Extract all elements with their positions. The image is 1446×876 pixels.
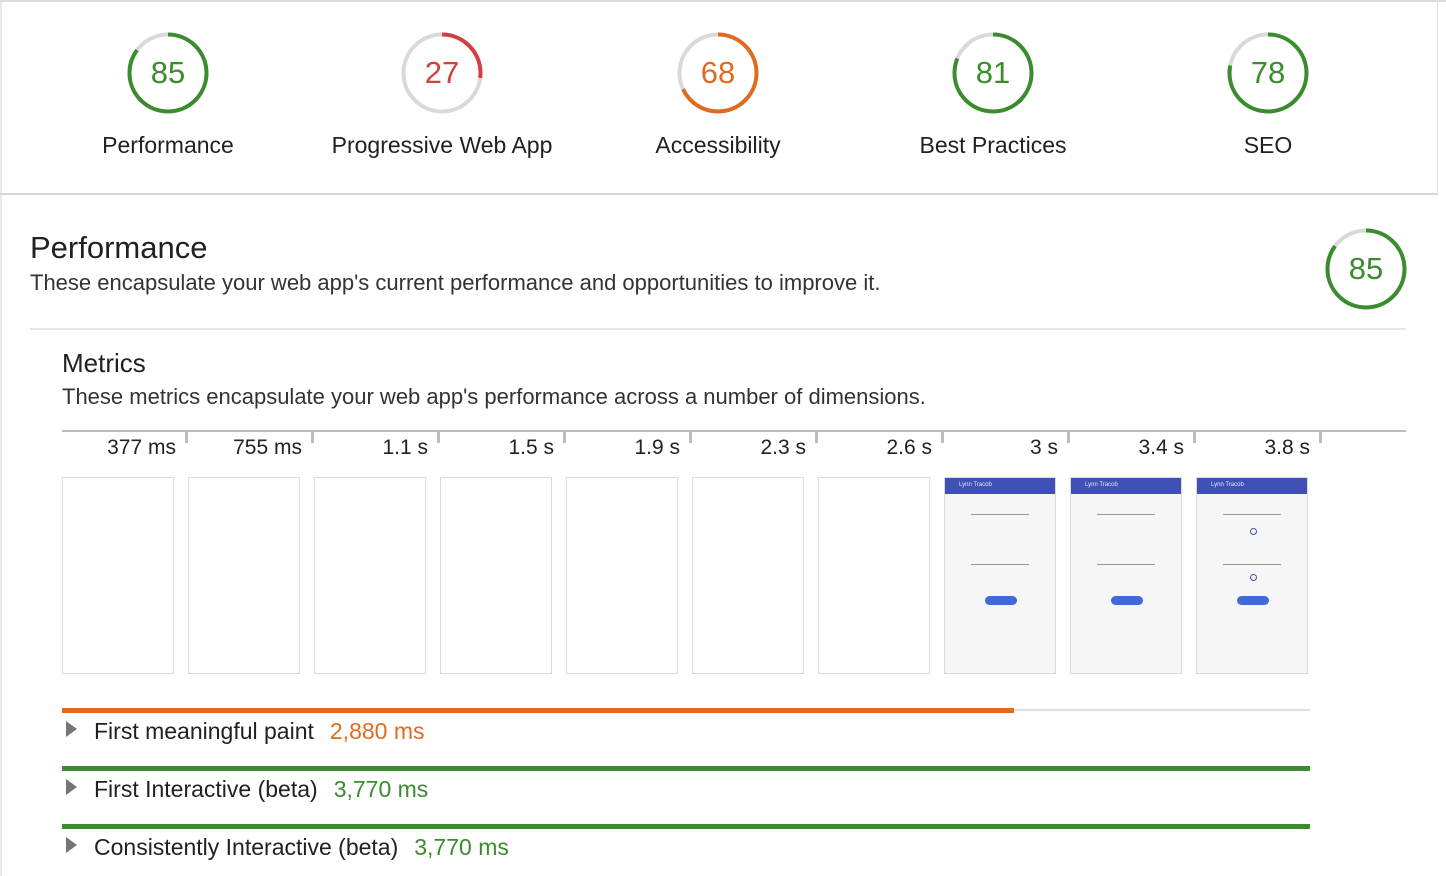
metric-timing-bar bbox=[62, 708, 1015, 713]
score-gauge: 68 bbox=[675, 30, 761, 116]
summary-right-border bbox=[1437, 0, 1438, 195]
filmstrip-frame: Lynn Tracob bbox=[1070, 477, 1182, 674]
app-title: Lynn Tracob bbox=[959, 482, 992, 488]
filmstrip-frame bbox=[188, 477, 300, 674]
section-divider bbox=[30, 328, 1406, 330]
form-field bbox=[1223, 514, 1281, 515]
timeline-tick: 1.5 s bbox=[440, 432, 566, 462]
location-icon bbox=[1250, 574, 1257, 581]
timeline-tick: 2.6 s bbox=[818, 432, 944, 462]
tick-mark bbox=[1319, 432, 1322, 443]
app-title: Lynn Tracob bbox=[1085, 482, 1118, 488]
filmstrip-frame bbox=[314, 477, 426, 674]
score-value: 78 bbox=[1250, 55, 1286, 90]
metric-value: 3,770 ms bbox=[414, 834, 509, 860]
tick-label: 3.8 s bbox=[1264, 436, 1310, 459]
section-score-gauge: 85 bbox=[1323, 226, 1409, 312]
metric-row[interactable]: First Interactive (beta) 3,770 ms bbox=[62, 776, 428, 816]
app-button bbox=[985, 596, 1017, 605]
gauge-accessibility[interactable]: 68 Accessibility bbox=[588, 30, 848, 159]
score-summary: 85 Performance 27 Progressive Web App 68… bbox=[0, 0, 1438, 195]
metric-timing-bar bbox=[62, 766, 1310, 771]
metric-row[interactable]: First meaningful paint 2,880 ms bbox=[62, 718, 425, 758]
location-icon bbox=[1250, 528, 1257, 535]
score-gauge: 81 bbox=[950, 30, 1036, 116]
metric-timing-bar bbox=[62, 824, 1310, 829]
filmstrip-frame bbox=[62, 477, 174, 674]
score-value: 68 bbox=[700, 55, 736, 90]
tick-label: 3.4 s bbox=[1138, 436, 1184, 459]
tick-label: 2.3 s bbox=[760, 436, 806, 459]
expand-triangle-icon[interactable] bbox=[66, 720, 77, 737]
form-field bbox=[971, 514, 1029, 515]
tick-label: 3 s bbox=[1029, 436, 1058, 459]
tick-label: 2.6 s bbox=[886, 436, 932, 459]
score-value: 27 bbox=[424, 55, 460, 90]
metric-name: First meaningful paint bbox=[94, 718, 314, 744]
tick-label: 1.1 s bbox=[382, 436, 428, 459]
category-label: SEO bbox=[1243, 132, 1293, 158]
app-title: Lynn Tracob bbox=[1211, 482, 1244, 488]
top-border bbox=[0, 0, 1446, 2]
app-button bbox=[1237, 596, 1269, 605]
expand-triangle-icon[interactable] bbox=[66, 778, 77, 795]
tick-label: 755 ms bbox=[233, 436, 302, 459]
filmstrip-frame bbox=[440, 477, 552, 674]
filmstrip-frame: Lynn Tracob bbox=[944, 477, 1056, 674]
form-field bbox=[1097, 514, 1155, 515]
metric-name: First Interactive (beta) bbox=[94, 776, 318, 802]
category-label: Accessibility bbox=[655, 132, 781, 158]
app-bar: Lynn Tracob bbox=[1197, 478, 1307, 494]
timeline-tick: 3.8 s bbox=[1196, 432, 1322, 462]
form-field bbox=[971, 564, 1029, 565]
app-button bbox=[1111, 596, 1143, 605]
timeline-tick: 1.9 s bbox=[566, 432, 692, 462]
tick-label: 1.5 s bbox=[508, 436, 554, 459]
timeline-tick: 3 s bbox=[944, 432, 1070, 462]
form-field bbox=[1097, 564, 1155, 565]
filmstrip-frame bbox=[818, 477, 930, 674]
tick-label: 377 ms bbox=[107, 436, 176, 459]
section-description: These encapsulate your web app's current… bbox=[30, 270, 881, 295]
timeline-tick: 377 ms bbox=[62, 432, 188, 462]
category-label: Performance bbox=[102, 132, 234, 158]
metrics-description: These metrics encapsulate your web app's… bbox=[62, 384, 926, 409]
score-value: 81 bbox=[975, 55, 1011, 90]
category-label: Best Practices bbox=[919, 132, 1067, 158]
metric-value: 3,770 ms bbox=[333, 776, 429, 802]
app-bar: Lynn Tracob bbox=[1071, 478, 1181, 494]
gauge-performance[interactable]: 85 Performance bbox=[38, 30, 298, 159]
expand-triangle-icon[interactable] bbox=[66, 836, 77, 853]
filmstrip-frame bbox=[566, 477, 678, 674]
timeline-tick: 2.3 s bbox=[692, 432, 818, 462]
metric-value: 2,880 ms bbox=[329, 718, 425, 744]
score-value: 85 bbox=[1348, 251, 1384, 286]
timeline-tick: 1.1 s bbox=[314, 432, 440, 462]
score-gauge: 85 bbox=[125, 30, 211, 116]
timeline-tick: 3.4 s bbox=[1070, 432, 1196, 462]
gauge-seo[interactable]: 78 SEO bbox=[1138, 30, 1398, 159]
gauge-pwa[interactable]: 27 Progressive Web App bbox=[312, 30, 572, 159]
timeline-tick: 755 ms bbox=[188, 432, 314, 462]
filmstrip-frame: Lynn Tracob bbox=[1196, 477, 1308, 674]
metric-row[interactable]: Consistently Interactive (beta) 3,770 ms bbox=[62, 834, 509, 874]
metric-name: Consistently Interactive (beta) bbox=[94, 834, 399, 860]
gauge-best-practices[interactable]: 81 Best Practices bbox=[863, 30, 1123, 159]
metrics-title: Metrics bbox=[62, 348, 146, 378]
score-gauge: 78 bbox=[1225, 30, 1311, 116]
score-value: 85 bbox=[150, 55, 186, 90]
filmstrip-frame bbox=[692, 477, 804, 674]
form-field bbox=[1223, 564, 1281, 565]
category-label: Progressive Web App bbox=[331, 132, 553, 158]
score-gauge: 27 bbox=[399, 30, 485, 116]
section-title: Performance bbox=[30, 230, 208, 265]
tick-label: 1.9 s bbox=[634, 436, 680, 459]
app-bar: Lynn Tracob bbox=[945, 478, 1055, 494]
